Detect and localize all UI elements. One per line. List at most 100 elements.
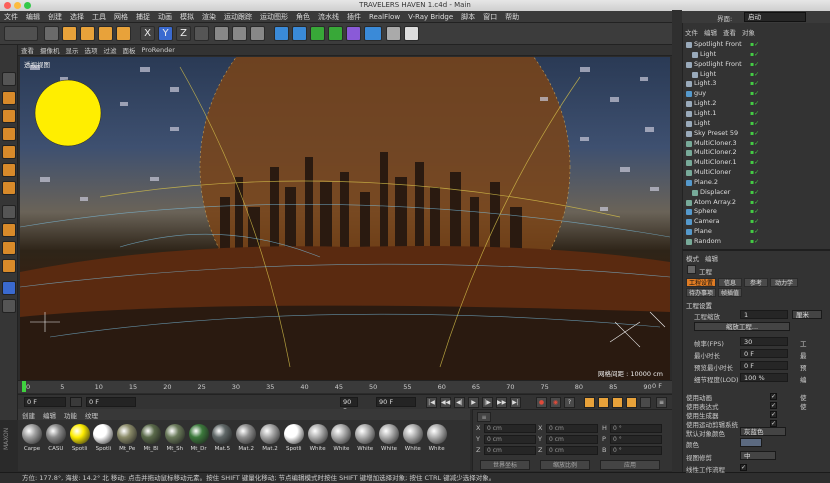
material-swatch[interactable]: White <box>330 424 352 452</box>
menu-item[interactable]: 网格 <box>110 11 132 23</box>
material-menu-item[interactable]: 功能 <box>60 410 81 420</box>
visibility-check-icon[interactable]: ▪✓ <box>750 109 759 119</box>
viewport-menu-item[interactable]: 选项 <box>82 45 101 55</box>
coord-value-field[interactable]: 0 cm <box>546 435 598 444</box>
object-row[interactable]: Light.3 ▪✓ <box>682 79 830 89</box>
object-row[interactable]: guy ▪✓ <box>682 89 830 99</box>
object-menu-item[interactable]: 编辑 <box>701 27 720 37</box>
visibility-check-icon[interactable]: ▪✓ <box>750 188 759 198</box>
menu-item[interactable]: V-Ray Bridge <box>404 11 457 23</box>
menu-item[interactable]: 帮助 <box>501 11 523 23</box>
object-row[interactable]: Light ▪✓ <box>682 70 830 80</box>
prev-key-icon[interactable]: ◀◀ <box>440 397 451 408</box>
menu-item[interactable]: 脚本 <box>457 11 479 23</box>
object-row[interactable]: MultiCloner ▪✓ <box>682 168 830 178</box>
attribute-tab[interactable]: 帧插值 <box>718 288 742 297</box>
object-row[interactable]: Spotlight Front ▪✓ <box>682 40 830 50</box>
material-swatch[interactable]: White <box>426 424 448 452</box>
material-menu-item[interactable]: 编辑 <box>39 410 60 420</box>
autokey-icon[interactable]: ◉ <box>550 397 561 408</box>
material-menu-item[interactable]: 创建 <box>18 410 39 420</box>
viewport-menu-item[interactable]: 摄像机 <box>37 45 63 55</box>
visibility-check-icon[interactable]: ▪✓ <box>750 217 759 227</box>
timeline-menu-icon[interactable]: ≡ <box>656 397 667 408</box>
object-row[interactable]: Sphere ▪✓ <box>682 207 830 217</box>
render-settings-icon[interactable] <box>250 26 265 41</box>
attribute-field-value[interactable]: 0 F <box>740 361 788 370</box>
goto-start-icon[interactable]: |◀ <box>426 397 437 408</box>
visibility-check-icon[interactable]: ▪✓ <box>750 139 759 149</box>
viewport-menu-item[interactable]: 查看 <box>18 45 37 55</box>
cube-object-icon[interactable] <box>274 26 289 41</box>
z-axis-icon[interactable]: Z <box>176 26 191 41</box>
coord-value-field[interactable]: 0 cm <box>546 446 598 455</box>
object-menu-item[interactable]: 对象 <box>739 27 758 37</box>
coord-value-field[interactable]: 0 ° <box>610 424 662 433</box>
points-mode-icon[interactable] <box>2 145 16 159</box>
visibility-check-icon[interactable]: ▪✓ <box>750 168 759 178</box>
visibility-check-icon[interactable]: ▪✓ <box>750 198 759 208</box>
object-row[interactable]: Light.1 ▪✓ <box>682 109 830 119</box>
material-swatch[interactable]: Mt_Dr <box>188 424 210 452</box>
polygons-mode-icon[interactable] <box>2 181 16 195</box>
visibility-check-icon[interactable]: ▪✓ <box>750 178 759 188</box>
pen-spline-icon[interactable] <box>292 26 307 41</box>
default-color-dropdown[interactable]: 灰蓝色 <box>740 427 786 436</box>
menu-item[interactable]: 运动跟踪 <box>220 11 256 23</box>
menu-item[interactable]: 文件 <box>0 11 22 23</box>
material-swatch[interactable]: Spotli <box>283 424 305 452</box>
viewport-menu-item[interactable]: 显示 <box>63 45 82 55</box>
visibility-check-icon[interactable]: ▪✓ <box>750 129 759 139</box>
attribute-menu-item[interactable]: 编辑 <box>702 253 721 263</box>
attribute-menu-item[interactable]: 模式 <box>683 253 702 263</box>
scale-tool-icon[interactable] <box>80 26 95 41</box>
linear-workflow-checkbox[interactable]: ✓ <box>740 464 747 471</box>
material-swatch[interactable]: White <box>307 424 329 452</box>
material-swatch[interactable]: Mt_Pe <box>116 424 138 452</box>
interface-dropdown[interactable]: 启动 <box>744 12 806 22</box>
menu-item[interactable]: 工具 <box>88 11 110 23</box>
material-swatch[interactable]: White <box>402 424 424 452</box>
key-parameter-icon[interactable] <box>626 397 637 408</box>
attribute-tab[interactable]: 参考 <box>744 278 768 287</box>
current-frame-field[interactable]: 0 F <box>24 397 66 407</box>
attribute-tab[interactable]: 动力学 <box>770 278 798 287</box>
visibility-check-icon[interactable]: ▪✓ <box>750 99 759 109</box>
attribute-field-value[interactable]: 30 <box>740 337 788 346</box>
start-frame-field[interactable]: 0 F <box>86 397 136 407</box>
object-row[interactable]: Displacer ▪✓ <box>682 188 830 198</box>
object-row[interactable]: MultiCloner.2 ▪✓ <box>682 148 830 158</box>
material-swatch[interactable]: Spotli <box>69 424 91 452</box>
coord-value-field[interactable]: 0 cm <box>546 424 598 433</box>
model-mode-icon[interactable] <box>2 91 16 105</box>
texture-mode-icon[interactable] <box>2 109 16 123</box>
visibility-check-icon[interactable]: ▪✓ <box>750 60 759 70</box>
attribute-tab[interactable]: 待办事项 <box>686 288 716 297</box>
keyframe-selection-icon[interactable]: ? <box>564 397 575 408</box>
next-frame-icon[interactable]: |▶ <box>482 397 493 408</box>
key-rotation-icon[interactable] <box>612 397 623 408</box>
next-key-icon[interactable]: ▶▶ <box>496 397 507 408</box>
coord-value-field[interactable]: 0 cm <box>484 424 536 433</box>
attribute-checkbox[interactable]: ✓ <box>770 393 777 400</box>
menu-item[interactable]: 选择 <box>66 11 88 23</box>
visibility-check-icon[interactable]: ▪✓ <box>750 89 759 99</box>
object-row[interactable]: Light ▪✓ <box>682 119 830 129</box>
material-swatch[interactable]: Mat.2 <box>259 424 281 452</box>
attribute-checkbox[interactable]: ✓ <box>770 420 777 427</box>
material-swatch[interactable]: Spotli <box>92 424 114 452</box>
recent-tool-icon[interactable] <box>116 26 131 41</box>
subdivision-icon[interactable] <box>310 26 325 41</box>
select-tool-icon[interactable] <box>44 26 59 41</box>
material-swatch[interactable]: Mt_Bl <box>140 424 162 452</box>
attribute-checkbox[interactable]: ✓ <box>770 402 777 409</box>
menu-item[interactable]: RealFlow <box>365 11 404 23</box>
object-row[interactable]: Light.2 ▪✓ <box>682 99 830 109</box>
end-frame-field[interactable]: 90 F <box>340 397 358 415</box>
visibility-check-icon[interactable]: ▪✓ <box>750 70 759 80</box>
menu-item[interactable]: 捕捉 <box>132 11 154 23</box>
apply-button[interactable]: 应用 <box>600 460 660 470</box>
attribute-checkbox[interactable]: ✓ <box>770 411 777 418</box>
deformer-icon[interactable] <box>346 26 361 41</box>
camera-icon[interactable] <box>386 26 401 41</box>
